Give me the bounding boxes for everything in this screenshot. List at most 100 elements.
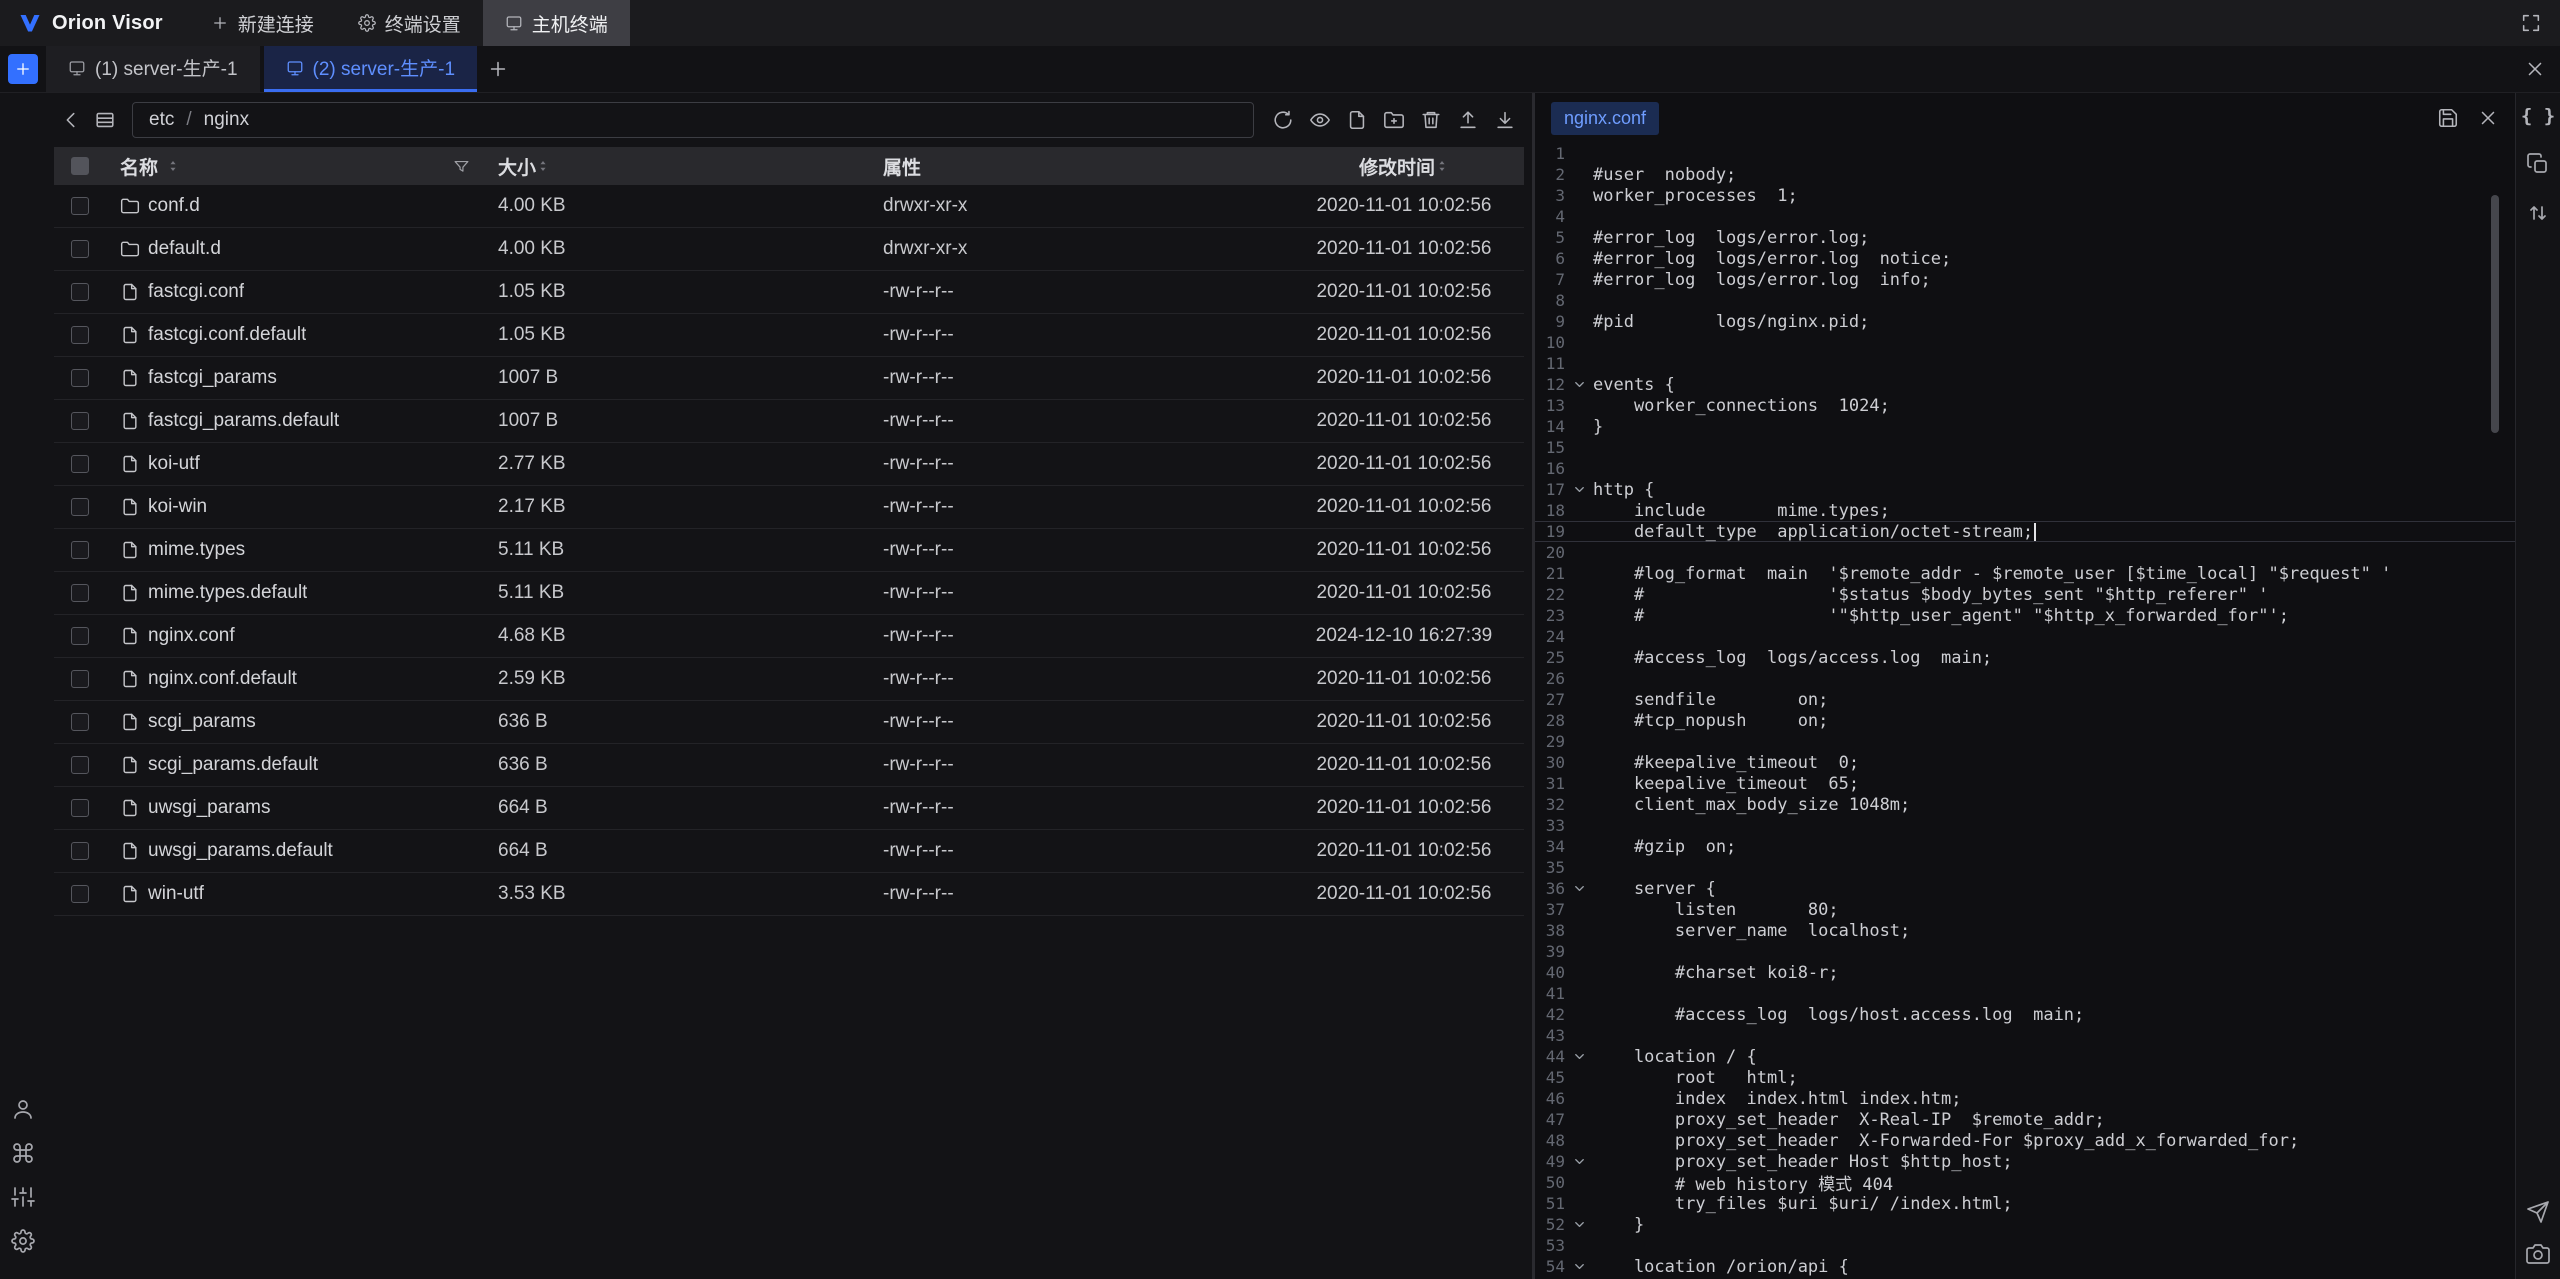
code-line-25[interactable]: 25 #access_log logs/access.log main; — [1535, 647, 2515, 668]
file-name[interactable]: fastcgi_params — [148, 367, 277, 389]
code-line-6[interactable]: 6#error_log logs/error.log notice; — [1535, 248, 2515, 269]
fold-chevron-icon[interactable] — [1565, 1217, 1593, 1232]
code-line-44[interactable]: 44 location / { — [1535, 1046, 2515, 1067]
file-row-conf.d[interactable]: conf.d4.00 KBdrwxr-xr-x2020-11-01 10:02:… — [54, 185, 1524, 228]
code-line-45[interactable]: 45 root html; — [1535, 1067, 2515, 1088]
row-checkbox[interactable] — [71, 670, 89, 688]
code-line-3[interactable]: 3worker_processes 1; — [1535, 185, 2515, 206]
column-header-size[interactable]: 大小 — [498, 153, 536, 180]
upload-icon[interactable] — [1457, 109, 1479, 131]
breadcrumb-segment[interactable]: etc — [149, 109, 174, 131]
file-row-default.d[interactable]: default.d4.00 KBdrwxr-xr-x2020-11-01 10:… — [54, 228, 1524, 271]
code-line-26[interactable]: 26 — [1535, 668, 2515, 689]
file-row-nginx.conf.default[interactable]: nginx.conf.default2.59 KB-rw-r--r--2020-… — [54, 658, 1524, 701]
code-line-20[interactable]: 20 — [1535, 542, 2515, 563]
fold-chevron-icon[interactable] — [1565, 482, 1593, 497]
row-checkbox[interactable] — [71, 326, 89, 344]
row-checkbox[interactable] — [71, 799, 89, 817]
file-row-scgi_params[interactable]: scgi_params636 B-rw-r--r--2020-11-01 10:… — [54, 701, 1524, 744]
code-line-12[interactable]: 12events { — [1535, 374, 2515, 395]
fullscreen-icon[interactable] — [2520, 12, 2542, 34]
file-name[interactable]: nginx.conf — [148, 625, 235, 647]
close-editor-icon[interactable] — [2477, 107, 2499, 129]
file-row-fastcgi_params[interactable]: fastcgi_params1007 B-rw-r--r--2020-11-01… — [54, 357, 1524, 400]
code-line-23[interactable]: 23 # '"$http_user_agent" "$http_x_forwar… — [1535, 605, 2515, 626]
row-checkbox[interactable] — [71, 498, 89, 516]
send-command-icon[interactable] — [2526, 1200, 2550, 1224]
code-line-51[interactable]: 51 try_files $uri $uri/ /index.html; — [1535, 1193, 2515, 1214]
file-name[interactable]: default.d — [148, 238, 221, 260]
code-line-37[interactable]: 37 listen 80; — [1535, 899, 2515, 920]
fold-chevron-icon[interactable] — [1565, 1259, 1593, 1274]
code-line-27[interactable]: 27 sendfile on; — [1535, 689, 2515, 710]
code-line-54[interactable]: 54 location /orion/api { — [1535, 1256, 2515, 1277]
preferences-icon[interactable] — [11, 1185, 35, 1209]
sort-icon[interactable] — [166, 158, 180, 174]
code-line-47[interactable]: 47 proxy_set_header X-Real-IP $remote_ad… — [1535, 1109, 2515, 1130]
breadcrumb-segment[interactable]: nginx — [204, 109, 249, 131]
code-line-16[interactable]: 16 — [1535, 458, 2515, 479]
refresh-icon[interactable] — [1272, 109, 1294, 131]
row-checkbox[interactable] — [71, 842, 89, 860]
code-line-39[interactable]: 39 — [1535, 941, 2515, 962]
code-line-34[interactable]: 34 #gzip on; — [1535, 836, 2515, 857]
close-icon[interactable] — [2524, 58, 2546, 80]
code-line-33[interactable]: 33 — [1535, 815, 2515, 836]
editor-code-area[interactable]: 12#user nobody;3worker_processes 1;45#er… — [1535, 143, 2515, 1279]
new-connection-button[interactable]: 新建连接 — [189, 0, 336, 46]
row-checkbox[interactable] — [71, 713, 89, 731]
file-name[interactable]: uwsgi_params — [148, 797, 271, 819]
code-line-17[interactable]: 17http { — [1535, 479, 2515, 500]
session-tab-1[interactable]: (1) server-生产-1 — [46, 46, 260, 92]
row-checkbox[interactable] — [71, 627, 89, 645]
row-checkbox[interactable] — [71, 369, 89, 387]
file-name[interactable]: mime.types.default — [148, 582, 307, 604]
code-line-46[interactable]: 46 index index.html index.htm; — [1535, 1088, 2515, 1109]
code-line-19[interactable]: 19 default_type application/octet-stream… — [1535, 521, 2515, 542]
code-line-11[interactable]: 11 — [1535, 353, 2515, 374]
code-line-8[interactable]: 8 — [1535, 290, 2515, 311]
code-line-1[interactable]: 1 — [1535, 143, 2515, 164]
code-line-22[interactable]: 22 # '$status $body_bytes_sent "$http_re… — [1535, 584, 2515, 605]
file-name[interactable]: koi-utf — [148, 453, 200, 475]
code-line-5[interactable]: 5#error_log logs/error.log; — [1535, 227, 2515, 248]
file-name[interactable]: fastcgi_params.default — [148, 410, 339, 432]
file-row-fastcgi.conf[interactable]: fastcgi.conf1.05 KB-rw-r--r--2020-11-01 … — [54, 271, 1524, 314]
row-checkbox[interactable] — [71, 240, 89, 258]
file-row-uwsgi_params[interactable]: uwsgi_params664 B-rw-r--r--2020-11-01 10… — [54, 787, 1524, 830]
delete-icon[interactable] — [1420, 109, 1442, 131]
code-line-18[interactable]: 18 include mime.types; — [1535, 500, 2515, 521]
file-name[interactable]: scgi_params.default — [148, 754, 318, 776]
code-line-30[interactable]: 30 #keepalive_timeout 0; — [1535, 752, 2515, 773]
filter-icon[interactable] — [453, 158, 470, 175]
row-checkbox[interactable] — [71, 197, 89, 215]
file-row-nginx.conf[interactable]: nginx.conf4.68 KB-rw-r--r--2024-12-10 16… — [54, 615, 1524, 658]
settings-icon[interactable] — [11, 1229, 35, 1253]
row-checkbox[interactable] — [71, 283, 89, 301]
new-file-icon[interactable] — [1346, 109, 1368, 131]
code-line-42[interactable]: 42 #access_log logs/host.access.log main… — [1535, 1004, 2515, 1025]
row-checkbox[interactable] — [71, 412, 89, 430]
code-line-13[interactable]: 13 worker_connections 1024; — [1535, 395, 2515, 416]
code-line-49[interactable]: 49 proxy_set_header Host $http_host; — [1535, 1151, 2515, 1172]
fold-chevron-icon[interactable] — [1565, 881, 1593, 896]
row-checkbox[interactable] — [71, 584, 89, 602]
sort-icon[interactable] — [1435, 158, 1449, 174]
code-line-15[interactable]: 15 — [1535, 437, 2515, 458]
file-name[interactable]: nginx.conf.default — [148, 668, 297, 690]
file-row-koi-utf[interactable]: koi-utf2.77 KB-rw-r--r--2020-11-01 10:02… — [54, 443, 1524, 486]
column-header-name[interactable]: 名称 — [120, 153, 158, 180]
save-icon[interactable] — [2437, 107, 2459, 129]
editor-scrollbar-thumb[interactable] — [2491, 195, 2499, 433]
row-checkbox[interactable] — [71, 885, 89, 903]
code-line-38[interactable]: 38 server_name localhost; — [1535, 920, 2515, 941]
code-line-2[interactable]: 2#user nobody; — [1535, 164, 2515, 185]
screenshot-icon[interactable] — [2526, 1242, 2550, 1266]
row-checkbox[interactable] — [71, 756, 89, 774]
file-name[interactable]: mime.types — [148, 539, 245, 561]
code-line-28[interactable]: 28 #tcp_nopush on; — [1535, 710, 2515, 731]
fold-chevron-icon[interactable] — [1565, 1049, 1593, 1064]
breadcrumb[interactable]: etc/nginx — [132, 102, 1254, 138]
transfer-icon[interactable] — [2526, 201, 2550, 225]
code-line-9[interactable]: 9#pid logs/nginx.pid; — [1535, 311, 2515, 332]
